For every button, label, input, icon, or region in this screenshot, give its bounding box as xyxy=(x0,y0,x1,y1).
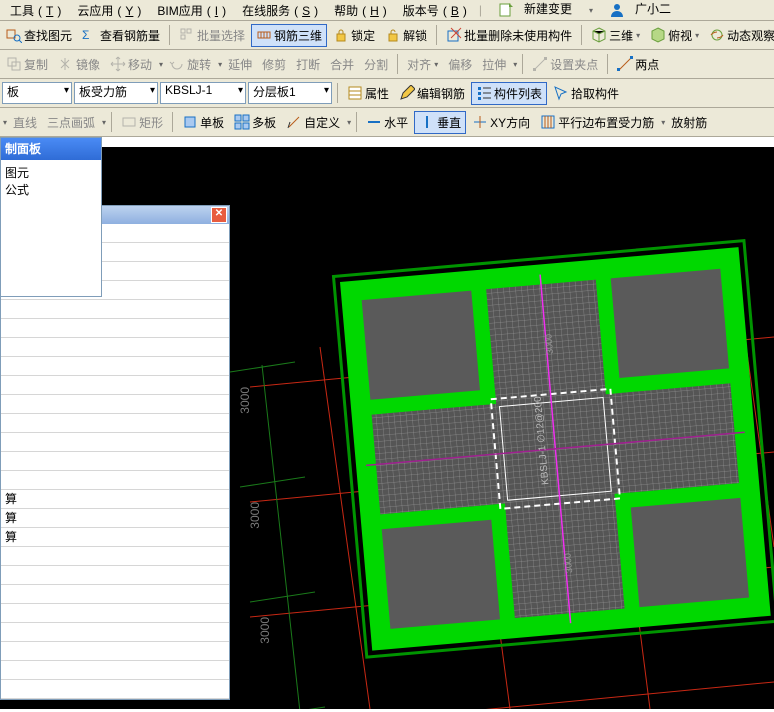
svg-text:3000: 3000 xyxy=(543,334,555,355)
edit-rebar-button[interactable]: 编辑钢筋 xyxy=(395,83,469,104)
multi-slab-button[interactable]: 多板 xyxy=(230,112,280,133)
list-row[interactable] xyxy=(1,395,229,414)
mirror-button[interactable]: 镜像 xyxy=(54,54,104,75)
split-button[interactable]: 分割 xyxy=(360,54,392,75)
close-icon[interactable]: ✕ xyxy=(211,207,227,223)
toolbar-1: 查找图元 Σ查看钢筋量 批量选择 钢筋三维 锁定 解锁 批量删除未使用构件 三维… xyxy=(0,21,774,50)
unlock-button[interactable]: 解锁 xyxy=(381,25,431,46)
break-button[interactable]: 打断 xyxy=(292,54,324,75)
dynamic-observe-button[interactable]: 动态观察▾ xyxy=(705,25,774,46)
panel-row-formula[interactable]: 公式 xyxy=(5,181,97,198)
view-rebar-button[interactable]: Σ查看钢筋量 xyxy=(78,25,164,46)
menu-user[interactable]: 广小二 xyxy=(601,0,679,22)
top-view-button[interactable]: 俯视▾ xyxy=(646,25,703,46)
menu-version[interactable]: 版本号(B) xyxy=(395,0,471,21)
list-row[interactable] xyxy=(1,376,229,395)
set-clamp-button[interactable]: 设置夹点 xyxy=(528,54,602,75)
stretch-button[interactable]: 拉伸 xyxy=(478,54,510,75)
menu-tool[interactable]: 工具(T) xyxy=(2,0,65,21)
code-combo[interactable]: KBSLJ-1 xyxy=(160,82,246,104)
menu-cloud[interactable]: 云应用(Y) xyxy=(69,0,145,21)
lock-button[interactable]: 锁定 xyxy=(329,25,379,46)
two-point-button[interactable]: 两点 xyxy=(613,54,663,75)
move-button[interactable]: 移动 xyxy=(106,54,156,75)
toolbar-2: 复制 镜像 移动 ▾ 旋转 ▾ 延伸 修剪 打断 合并 分割 对齐▾ 偏移 拉伸… xyxy=(0,50,774,79)
dim-3: 3000 xyxy=(258,617,272,644)
menu-bar: 工具(T) 云应用(Y) BIM应用(I) 在线服务(S) 帮助(H) 版本号(… xyxy=(0,0,774,21)
xy-direction-button[interactable]: XY方向 xyxy=(468,112,534,133)
menu-newchange[interactable]: 新建变更 xyxy=(490,0,580,22)
merge-button[interactable]: 合并 xyxy=(326,54,358,75)
batch-select-button[interactable]: 批量选择 xyxy=(175,25,249,46)
list-row[interactable]: 算 xyxy=(1,490,229,509)
list-row[interactable] xyxy=(1,623,229,642)
toolbar-4: ▾ 直线 三点画弧 ▾ 矩形 单板 多板 自定义 ▾ 水平 垂直 XY方向 平行… xyxy=(0,108,774,137)
slab-force-combo[interactable]: 板受力筋 xyxy=(74,82,158,104)
view-3d-button[interactable]: 三维▾ xyxy=(587,25,644,46)
list-row[interactable] xyxy=(1,604,229,623)
radial-rebar-button[interactable]: 放射筋 xyxy=(667,112,711,133)
find-element-button[interactable]: 查找图元 xyxy=(2,25,76,46)
list-row[interactable] xyxy=(1,566,229,585)
list-row[interactable] xyxy=(1,319,229,338)
custom-button[interactable]: 自定义 xyxy=(282,112,344,133)
copy-button[interactable]: 复制 xyxy=(2,54,52,75)
dim-1: 3000 xyxy=(238,387,252,414)
horizontal-button[interactable]: 水平 xyxy=(362,112,412,133)
batch-delete-button[interactable]: 批量删除未使用构件 xyxy=(442,25,576,46)
list-row[interactable]: 算 xyxy=(1,528,229,547)
toolbar-3: 板 板受力筋 KBSLJ-1 分层板1 属性 编辑钢筋 构件列表 拾取构件 xyxy=(0,79,774,108)
rebar-3d-button[interactable]: 钢筋三维 xyxy=(251,24,327,47)
align-button[interactable]: 对齐▾ xyxy=(403,54,442,75)
list-row[interactable] xyxy=(1,642,229,661)
list-row[interactable] xyxy=(1,661,229,680)
menu-help[interactable]: 帮助(H) xyxy=(326,0,391,21)
list-row[interactable] xyxy=(1,547,229,566)
lock-icon xyxy=(333,27,349,43)
svg-text:3000: 3000 xyxy=(563,553,575,574)
menu-bim[interactable]: BIM应用(I) xyxy=(149,0,230,21)
list-row[interactable] xyxy=(1,300,229,319)
menu-online[interactable]: 在线服务(S) xyxy=(234,0,322,21)
list-row[interactable]: 算 xyxy=(1,509,229,528)
list-row[interactable] xyxy=(1,357,229,376)
single-slab-button[interactable]: 单板 xyxy=(178,112,228,133)
rotate-button[interactable]: 旋转 xyxy=(165,54,215,75)
extend-button[interactable]: 延伸 xyxy=(224,54,256,75)
list-row[interactable] xyxy=(1,433,229,452)
list-row[interactable] xyxy=(1,471,229,490)
dim-2: 3000 xyxy=(248,502,262,529)
line-button[interactable]: 直线 xyxy=(9,112,41,133)
list-row[interactable] xyxy=(1,338,229,357)
control-panel-title: 制面板 xyxy=(1,138,101,160)
list-row[interactable] xyxy=(1,452,229,471)
unlock-icon xyxy=(385,27,401,43)
layer-combo[interactable]: 分层板1 xyxy=(248,82,332,104)
offset-button[interactable]: 偏移 xyxy=(444,54,476,75)
rect-button[interactable]: 矩形 xyxy=(117,112,167,133)
attributes-button[interactable]: 属性 xyxy=(343,83,393,104)
parallel-rebar-button[interactable]: 平行边布置受力筋 xyxy=(536,112,658,133)
list-row[interactable] xyxy=(1,680,229,699)
component-list-button[interactable]: 构件列表 xyxy=(471,82,547,105)
control-panel: 制面板 图元 公式 xyxy=(0,137,102,297)
list-row[interactable] xyxy=(1,414,229,433)
trim-button[interactable]: 修剪 xyxy=(258,54,290,75)
pick-component-button[interactable]: 拾取构件 xyxy=(549,83,623,104)
vertical-button[interactable]: 垂直 xyxy=(414,111,466,134)
arc3-button[interactable]: 三点画弧 xyxy=(43,112,99,133)
panel-row-element[interactable]: 图元 xyxy=(5,164,97,181)
list-row[interactable] xyxy=(1,585,229,604)
slab-combo[interactable]: 板 xyxy=(2,82,72,104)
svg-text:Σ: Σ xyxy=(82,28,89,42)
